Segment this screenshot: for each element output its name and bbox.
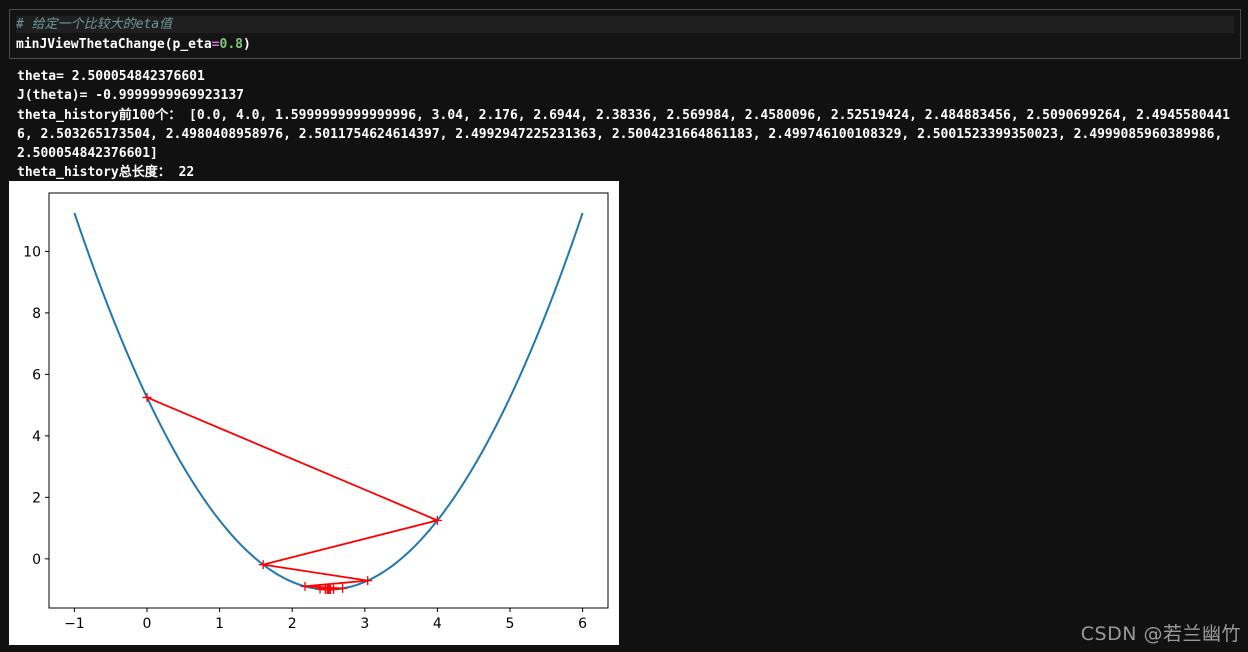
y-tick-label: 2 — [32, 490, 41, 506]
x-tick-label: 1 — [215, 616, 224, 632]
x-tick-label: 5 — [506, 616, 515, 632]
y-tick-label: 6 — [32, 367, 41, 383]
axes-frame — [48, 192, 609, 609]
history-length-output: theta_history总长度： 22 — [17, 165, 195, 181]
theta-history-path — [146, 396, 441, 591]
theta-point-marker — [363, 576, 373, 586]
y-tick-label: 8 — [32, 306, 41, 322]
code-comment: # 给定一个比较大的eta值 — [16, 16, 1234, 33]
theta-history-output: theta_history前100个： [0.0, 4.0, 1.5999999… — [17, 107, 1230, 162]
chart-svg: −1 0 1 2 3 4 5 6 0 2 4 6 8 10 — [23, 192, 609, 632]
theta-point-marker — [300, 581, 310, 591]
y-tick-label: 0 — [32, 552, 41, 568]
x-tick-label: 4 — [433, 616, 442, 632]
y-tick-label: 10 — [23, 244, 41, 260]
theta-output: theta= 2.500054842376601 — [17, 69, 205, 84]
x-tick-label: 2 — [288, 616, 297, 632]
theta-point-marker — [142, 392, 152, 402]
code-argument: 0.8 — [219, 37, 243, 52]
plot-figure: −1 0 1 2 3 4 5 6 0 2 4 6 8 10 — [9, 181, 619, 645]
x-tick-label: 0 — [143, 616, 152, 632]
code-function: minJViewThetaChange(p_eta — [16, 37, 212, 52]
code-operator: = — [211, 37, 220, 52]
cell-output: theta= 2.500054842376601 J(theta)= -0.99… — [17, 67, 1239, 183]
j-theta-output: J(theta)= -0.9999999969923137 — [17, 88, 244, 104]
y-tick-label: 4 — [32, 429, 41, 445]
x-tick-label: 6 — [578, 616, 587, 632]
code-call: minJViewThetaChange(p_eta=0.8) — [16, 36, 251, 53]
x-tick-label: −1 — [64, 616, 85, 632]
code-close-paren: ) — [242, 37, 251, 52]
loss-curve — [73, 212, 584, 591]
watermark: CSDN @若兰幽竹 — [1080, 623, 1241, 645]
theta-point-marker — [338, 583, 348, 593]
x-tick-label: 3 — [360, 616, 369, 632]
code-cell[interactable]: # 给定一个比较大的eta值 minJViewThetaChange(p_eta… — [9, 9, 1241, 59]
